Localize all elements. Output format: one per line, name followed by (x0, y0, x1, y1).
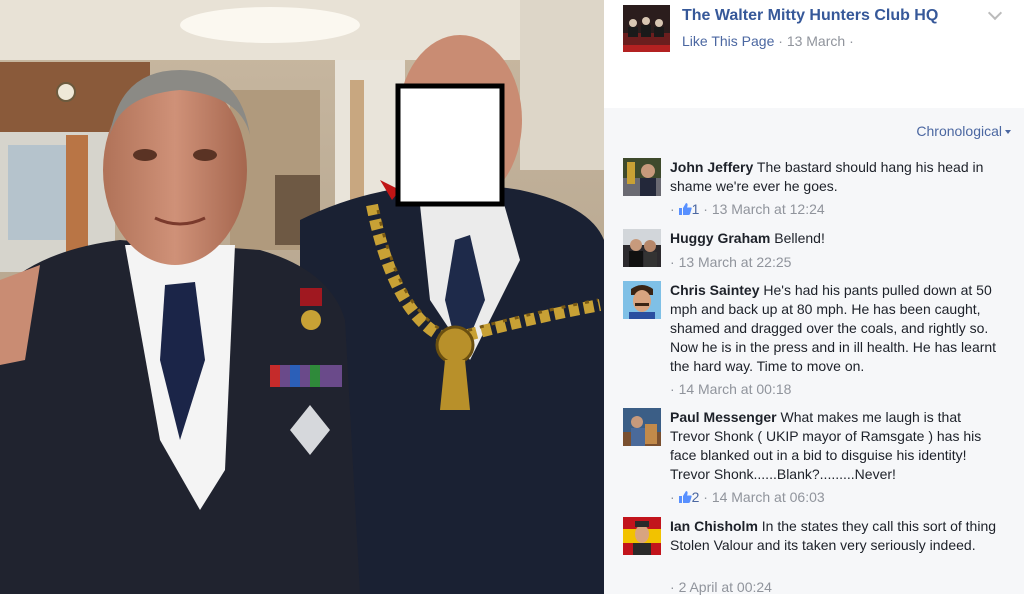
post-date[interactable]: 13 March (787, 33, 845, 49)
post-header: The Walter Mitty Hunters Club HQ Like Th… (604, 0, 1024, 108)
comment-meta: · 14 March at 00:18 (670, 381, 792, 397)
comment-timestamp[interactable]: 14 March at 06:03 (712, 489, 825, 505)
comment-author[interactable]: Ian Chisholm (670, 518, 758, 534)
comment-body: Paul Messenger What makes me laugh is th… (670, 408, 1000, 484)
comment-timestamp[interactable]: 2 April at 00:24 (679, 579, 772, 595)
like-page-link[interactable]: Like This Page (682, 33, 774, 49)
like-count[interactable]: 1 (692, 201, 700, 217)
avatar[interactable] (623, 281, 661, 319)
comment-meta: · 1 · 13 March at 12:24 (670, 201, 825, 217)
comment-body: John Jeffery The bastard should hang his… (670, 158, 1000, 196)
thumbs-up-icon (678, 490, 692, 503)
sort-label: Chronological (916, 123, 1002, 139)
avatar[interactable] (623, 158, 661, 196)
facebook-post-panel: The Walter Mitty Hunters Club HQ Like Th… (604, 0, 1024, 595)
comment-meta: · 13 March at 22:25 (670, 254, 792, 270)
comment-author[interactable]: John Jeffery (670, 159, 753, 175)
page-name-link[interactable]: The Walter Mitty Hunters Club HQ (682, 7, 938, 25)
comment-author[interactable]: Huggy Graham (670, 230, 770, 246)
avatar[interactable] (623, 408, 661, 446)
post-subline: Like This Page · 13 March · (682, 33, 854, 49)
chevron-down-icon[interactable] (987, 5, 1003, 21)
comment-text: Bellend! (774, 230, 825, 246)
comment-author[interactable]: Paul Messenger (670, 409, 777, 425)
thumbs-up-icon (678, 202, 692, 215)
comments-section: Chronological John Jeffery The bastard s… (604, 108, 1024, 595)
comment-sort-dropdown[interactable]: Chronological (916, 123, 1011, 139)
comment-timestamp[interactable]: 13 March at 22:25 (679, 254, 792, 270)
avatar[interactable] (623, 229, 661, 267)
separator-dot: · (849, 33, 854, 49)
comment-meta: · 2 · 14 March at 06:03 (670, 489, 825, 505)
caret-down-icon (1005, 130, 1011, 135)
comment-body: Ian Chisholm In the states they call thi… (670, 517, 1000, 555)
comment-timestamp[interactable]: 14 March at 00:18 (679, 381, 792, 397)
photo-image (0, 0, 604, 594)
like-count[interactable]: 2 (692, 489, 700, 505)
comment-timestamp[interactable]: 13 March at 12:24 (712, 201, 825, 217)
separator-dot: · (778, 33, 787, 49)
comment-meta: · 2 April at 00:24 (670, 579, 772, 595)
post-photo[interactable] (0, 0, 604, 594)
comment-body: Huggy Graham Bellend! (670, 229, 1000, 248)
page-avatar[interactable] (623, 5, 670, 52)
comment-author[interactable]: Chris Saintey (670, 282, 759, 298)
avatar[interactable] (623, 517, 661, 555)
comment-body: Chris Saintey He's had his pants pulled … (670, 281, 1000, 376)
